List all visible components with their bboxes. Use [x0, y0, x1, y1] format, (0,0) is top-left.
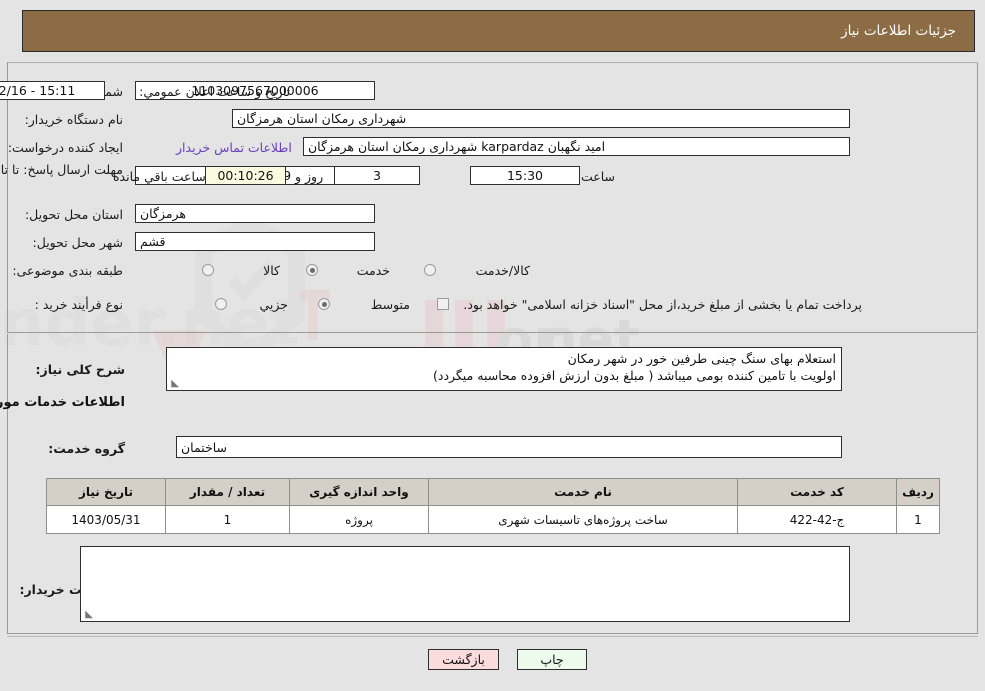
table-row: 1 ج-42-422 ساخت پروژه‌های تاسیسات شهری پ… [46, 505, 940, 534]
countdown-value: 00:10:26 [205, 166, 286, 185]
deadline-time-value: 15:30 [470, 166, 580, 185]
general-description-textarea[interactable]: استعلام بهای سنگ چینی طرفین خور در شهر ر… [166, 347, 842, 391]
deadline-time-label: ساعت [580, 169, 615, 184]
deadline-label-text: مهلت ارسال پاسخ: تا تاریخ: [0, 162, 123, 177]
col-index: ردیف [896, 478, 940, 506]
page-root: AriaTender.net or net جزئیات اطلاعات نیا… [0, 0, 985, 691]
service-group-value: ساختمان [176, 436, 842, 458]
radio-category-khedmat-label: خدمت [356, 263, 390, 278]
print-button[interactable]: چاپ [517, 649, 587, 670]
radio-category-khedmat[interactable] [306, 264, 318, 276]
buyer-contact-link[interactable]: اطلاعات تماس خریدار [176, 140, 292, 155]
radio-category-kala[interactable] [202, 264, 214, 276]
announcement-value: 15:11 - 1403/02/16 [0, 81, 105, 100]
province-label: استان محل تحویل: [24, 207, 123, 222]
deadline-label: مهلت ارسال پاسخ: تا تاریخ: [0, 162, 123, 178]
col-unit: واحد اندازه گیری [289, 478, 429, 506]
col-date: تاریخ نیاز [46, 478, 166, 506]
buyer-notes-textarea[interactable]: ◣ [80, 546, 850, 622]
page-title: جزئیات اطلاعات نیاز [841, 23, 956, 39]
footer-divider [7, 636, 978, 637]
cell-code: ج-42-422 [737, 505, 897, 534]
need-info-panel [7, 62, 978, 333]
province-value: هرمزگان [135, 204, 375, 223]
treasury-text: پرداخت تمام یا بخشی از مبلغ خرید،از محل … [463, 297, 862, 312]
back-button[interactable]: بازگشت [428, 649, 499, 670]
process-label: نوع فرأیند خرید : [34, 297, 123, 312]
remaining-days-label: روز و [295, 169, 324, 184]
description-line-1: استعلام بهای سنگ چینی طرفین خور در شهر ر… [567, 351, 836, 366]
col-name: نام خدمت [428, 478, 738, 506]
radio-category-kala-khedmat[interactable] [424, 264, 436, 276]
cell-name: ساخت پروژه‌های تاسیسات شهری [428, 505, 738, 534]
radio-category-kala-khedmat-label: کالا/خدمت [475, 263, 530, 278]
buyer-org-label: نام دستگاه خریدار: [24, 112, 123, 127]
services-heading: اطلاعات خدمات مورد نیاز [0, 395, 125, 410]
col-code: کد خدمت [737, 478, 897, 506]
cell-quantity: 1 [165, 505, 290, 534]
category-label: طبقه بندی موضوعی: [12, 263, 123, 278]
cell-date: 1403/05/31 [46, 505, 166, 534]
description-line-2: اولویت با تامین کننده بومی میباشد ( مبلغ… [433, 368, 836, 383]
table-header-row: ردیف کد خدمت نام خدمت واحد اندازه گیری ت… [46, 478, 940, 506]
col-quantity: تعداد / مقدار [165, 478, 290, 506]
page-header: جزئیات اطلاعات نیاز [22, 10, 975, 52]
countdown-label: ساعت باقي مانده [113, 169, 206, 184]
general-description-label: شرح کلی نیاز: [35, 362, 125, 377]
buyer-org-value: شهرداری رمکان استان هرمزگان [232, 109, 850, 128]
city-value: قشم [135, 232, 375, 251]
services-table: ردیف کد خدمت نام خدمت واحد اندازه گیری ت… [46, 478, 940, 534]
creator-value: امید نگهبان karpardaz شهرداری رمکان استا… [303, 137, 850, 156]
cell-unit: پروژه [289, 505, 429, 534]
remaining-days-value: 3 [334, 166, 420, 185]
announcement-label: تاریخ و ساعت اعلان عمومي: [139, 84, 290, 99]
cell-index: 1 [896, 505, 940, 534]
service-group-label: گروه خدمت: [48, 441, 125, 456]
city-label: شهر محل تحویل: [32, 235, 123, 250]
radio-category-kala-label: کالا [263, 263, 280, 278]
resize-handle-icon[interactable]: ◣ [169, 379, 179, 389]
creator-label: ایجاد کننده درخواست: [7, 140, 123, 155]
resize-handle-icon-notes[interactable]: ◣ [83, 610, 93, 620]
